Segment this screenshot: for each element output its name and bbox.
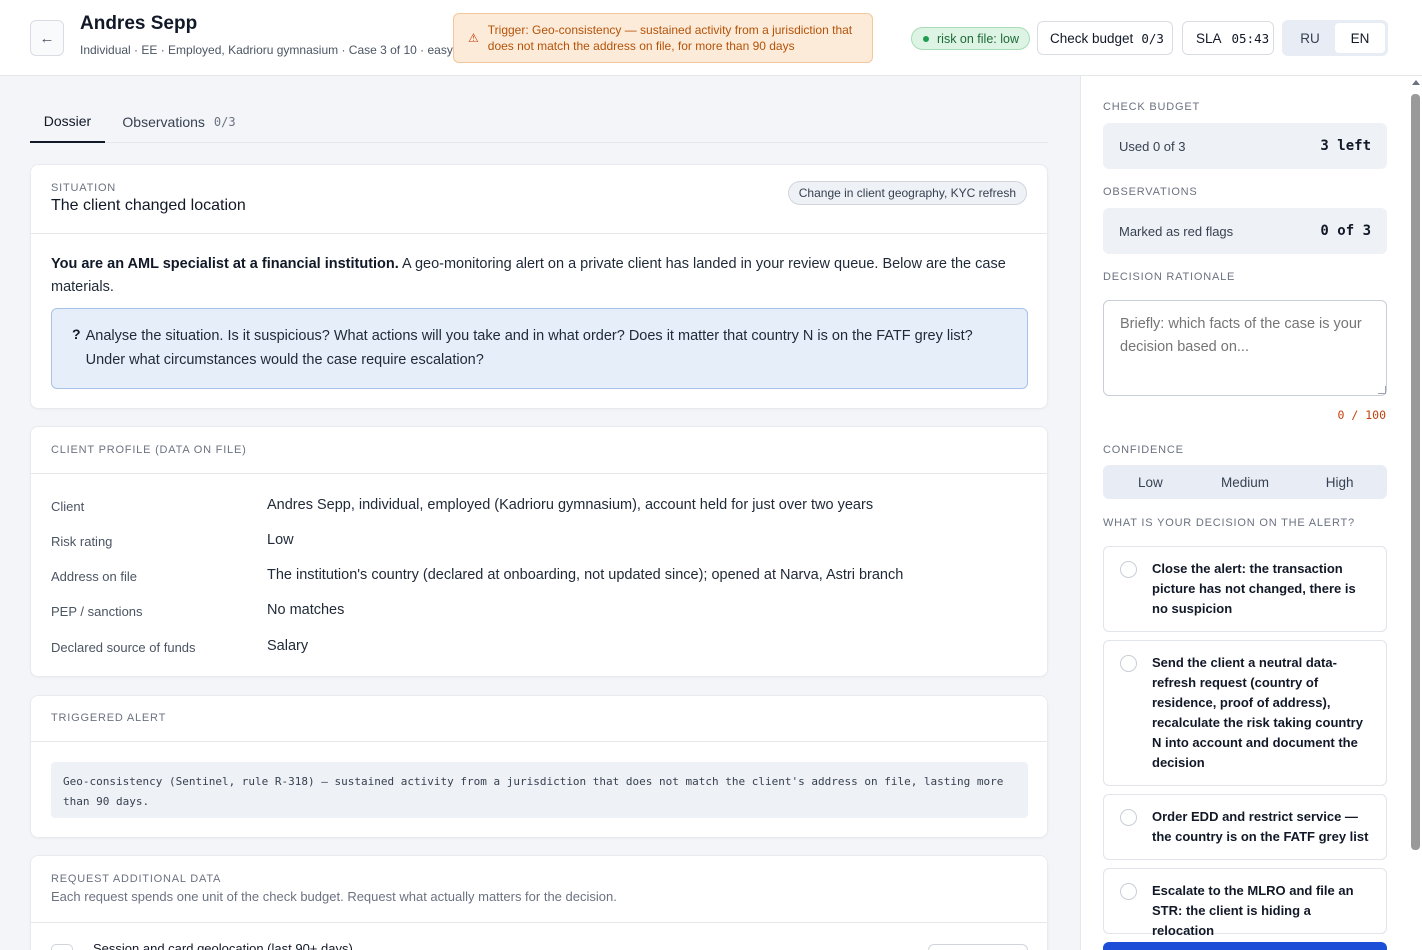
confidence-medium-button[interactable]: Medium <box>1198 465 1293 499</box>
situation-tag: Change in client geography, KYC refresh <box>787 181 1027 205</box>
client-name: Andres Sepp <box>80 13 198 34</box>
alert-kicker: TRIGGERED ALERT <box>51 712 167 724</box>
radio-button[interactable] <box>1120 655 1137 672</box>
triggered-alert-card: TRIGGERED ALERT Geo-consistency (Sentine… <box>30 695 1048 838</box>
confidence-selector: Low Medium High <box>1103 465 1387 499</box>
client-profile-card: CLIENT PROFILE (DATA ON FILE) Client Andr… <box>30 426 1048 677</box>
situation-kicker: SITUATION <box>51 182 117 194</box>
request-data-card: REQUEST ADDITIONAL DATA Each request spe… <box>30 855 1048 950</box>
divider <box>31 922 1047 923</box>
decision-sidebar: CHECK BUDGET Used 0 of 3 3 left OBSERVAT… <box>1080 76 1422 950</box>
decision-option-label: Order EDD and restrict service — the cou… <box>1152 809 1369 844</box>
alert-text: Geo-consistency (Sentinel, rule R-318) —… <box>51 762 1028 818</box>
budget-left: 3 left <box>1320 138 1371 154</box>
arrow-left-icon: ← <box>39 29 55 47</box>
request-item-checkbox[interactable] <box>51 944 73 950</box>
decision-option[interactable]: Send the client a neutral data-refresh r… <box>1103 640 1387 786</box>
confidence-high-button[interactable]: High <box>1292 465 1387 499</box>
radio-button[interactable] <box>1120 809 1137 826</box>
question-icon: ? <box>72 326 81 342</box>
rationale-input[interactable] <box>1103 300 1387 396</box>
trigger-banner: ⚠ Trigger: Geo-consistency — sustained a… <box>453 13 873 63</box>
submit-decision-button[interactable] <box>1103 942 1387 950</box>
scrollbar-thumb[interactable] <box>1411 94 1420 850</box>
language-switcher: RU EN <box>1282 20 1388 56</box>
tab-dossier-label: Dossier <box>43 112 92 129</box>
profile-row-value: Salary <box>267 638 309 654</box>
decision-option[interactable]: Order EDD and restrict service — the cou… <box>1103 794 1387 860</box>
confidence-kicker: CONFIDENCE <box>1103 444 1184 456</box>
marked-value: 0 of 3 <box>1320 223 1371 239</box>
risk-label: risk on file: low <box>937 31 1019 46</box>
decision-option[interactable]: Escalate to the MLRO and file an STR: th… <box>1103 868 1387 938</box>
decision-kicker: WHAT IS YOUR DECISION ON THE ALERT? <box>1103 517 1355 529</box>
client-subtitle: Individual · EE · Employed, Kadrioru gym… <box>80 43 453 57</box>
intro-bold: You are an AML specialist at a financial… <box>51 256 399 272</box>
check-budget-value: 0/3 <box>1141 30 1164 46</box>
top-header: ← Andres Sepp Individual · EE · Employed… <box>0 0 1422 76</box>
tab-observations-count: 0/3 <box>213 114 236 129</box>
sidebar-scrollbar[interactable] <box>1411 80 1420 946</box>
request-item-label: Session and card geolocation (last 90+ d… <box>93 941 353 950</box>
situation-card: SITUATION The client changed location Ch… <box>30 164 1048 409</box>
divider <box>31 473 1047 474</box>
request-subtitle: Each request spends one unit of the chec… <box>51 889 617 904</box>
divider <box>31 741 1047 742</box>
profile-kicker: CLIENT PROFILE (DATA ON FILE) <box>51 444 247 456</box>
resize-handle-icon[interactable] <box>1378 386 1386 394</box>
main-content: Dossier Observations 0/3 SITUATION The c… <box>0 76 1080 950</box>
divider <box>31 233 1047 234</box>
marked-label: Marked as red flags <box>1119 223 1234 239</box>
observations-kicker: OBSERVATIONS <box>1103 186 1198 198</box>
profile-row-label: Risk rating <box>51 534 113 549</box>
check-budget-stat: Used 0 of 3 3 left <box>1103 123 1387 169</box>
decision-option[interactable]: Close the alert: the transaction picture… <box>1103 546 1387 632</box>
rationale-kicker: DECISION RATIONALE <box>1103 271 1236 283</box>
profile-row-value: No matches <box>267 602 345 618</box>
tab-observations-label: Observations <box>122 113 205 130</box>
profile-row-value: The institution's country (declared at o… <box>267 567 904 583</box>
decision-option-label: Send the client a neutral data-refresh r… <box>1152 655 1363 770</box>
observations-stat: Marked as red flags 0 of 3 <box>1103 208 1387 254</box>
lang-ru-button[interactable]: RU <box>1285 23 1335 53</box>
warning-icon: ⚠ <box>468 31 479 45</box>
situation-title: The client changed location <box>51 197 246 214</box>
sla-timer: SLA 05:43 <box>1182 21 1274 55</box>
check-budget-button[interactable]: Check budget 0/3 <box>1037 21 1173 55</box>
back-button[interactable]: ← <box>30 20 64 56</box>
decision-option-label: Close the alert: the transaction picture… <box>1152 561 1356 616</box>
profile-row-value: Low <box>267 532 294 548</box>
lang-en-button[interactable]: EN <box>1335 23 1385 53</box>
question-text: Analyse the situation. Is it suspicious?… <box>85 328 973 368</box>
profile-row-label: Declared source of funds <box>51 640 196 655</box>
budget-used: Used 0 of 3 <box>1119 138 1186 154</box>
check-budget-kicker: CHECK BUDGET <box>1103 101 1200 113</box>
radio-button[interactable] <box>1120 561 1137 578</box>
profile-row-label: Address on file <box>51 569 137 584</box>
rationale-counter: 0 / 100 <box>1337 408 1386 422</box>
profile-row-value: Andres Sepp, individual, employed (Kadri… <box>267 497 874 513</box>
confidence-low-button[interactable]: Low <box>1103 465 1198 499</box>
risk-badge: risk on file: low <box>911 27 1030 50</box>
sla-value: 05:43 <box>1231 30 1270 46</box>
profile-row-label: PEP / sanctions <box>51 604 143 619</box>
scroll-up-icon[interactable] <box>1412 80 1420 85</box>
tab-observations[interactable]: Observations 0/3 <box>118 100 240 143</box>
trigger-text: Trigger: Geo-consistency — sustained act… <box>487 23 853 53</box>
radio-button[interactable] <box>1120 883 1137 900</box>
profile-row-label: Client <box>51 499 85 514</box>
check-budget-label: Check budget <box>1050 30 1134 46</box>
sla-label: SLA <box>1196 30 1222 46</box>
request-kicker: REQUEST ADDITIONAL DATA <box>51 873 222 885</box>
situation-intro: You are an AML specialist at a financial… <box>51 253 1026 299</box>
tab-bar: Dossier Observations 0/3 <box>30 100 1048 143</box>
status-dot-icon <box>923 35 929 42</box>
tab-dossier[interactable]: Dossier <box>30 100 105 143</box>
question-box: ? Analyse the situation. Is it suspiciou… <box>51 308 1028 389</box>
decision-option-label: Escalate to the MLRO and file an STR: th… <box>1152 883 1354 938</box>
request-item-button[interactable] <box>928 944 1028 950</box>
